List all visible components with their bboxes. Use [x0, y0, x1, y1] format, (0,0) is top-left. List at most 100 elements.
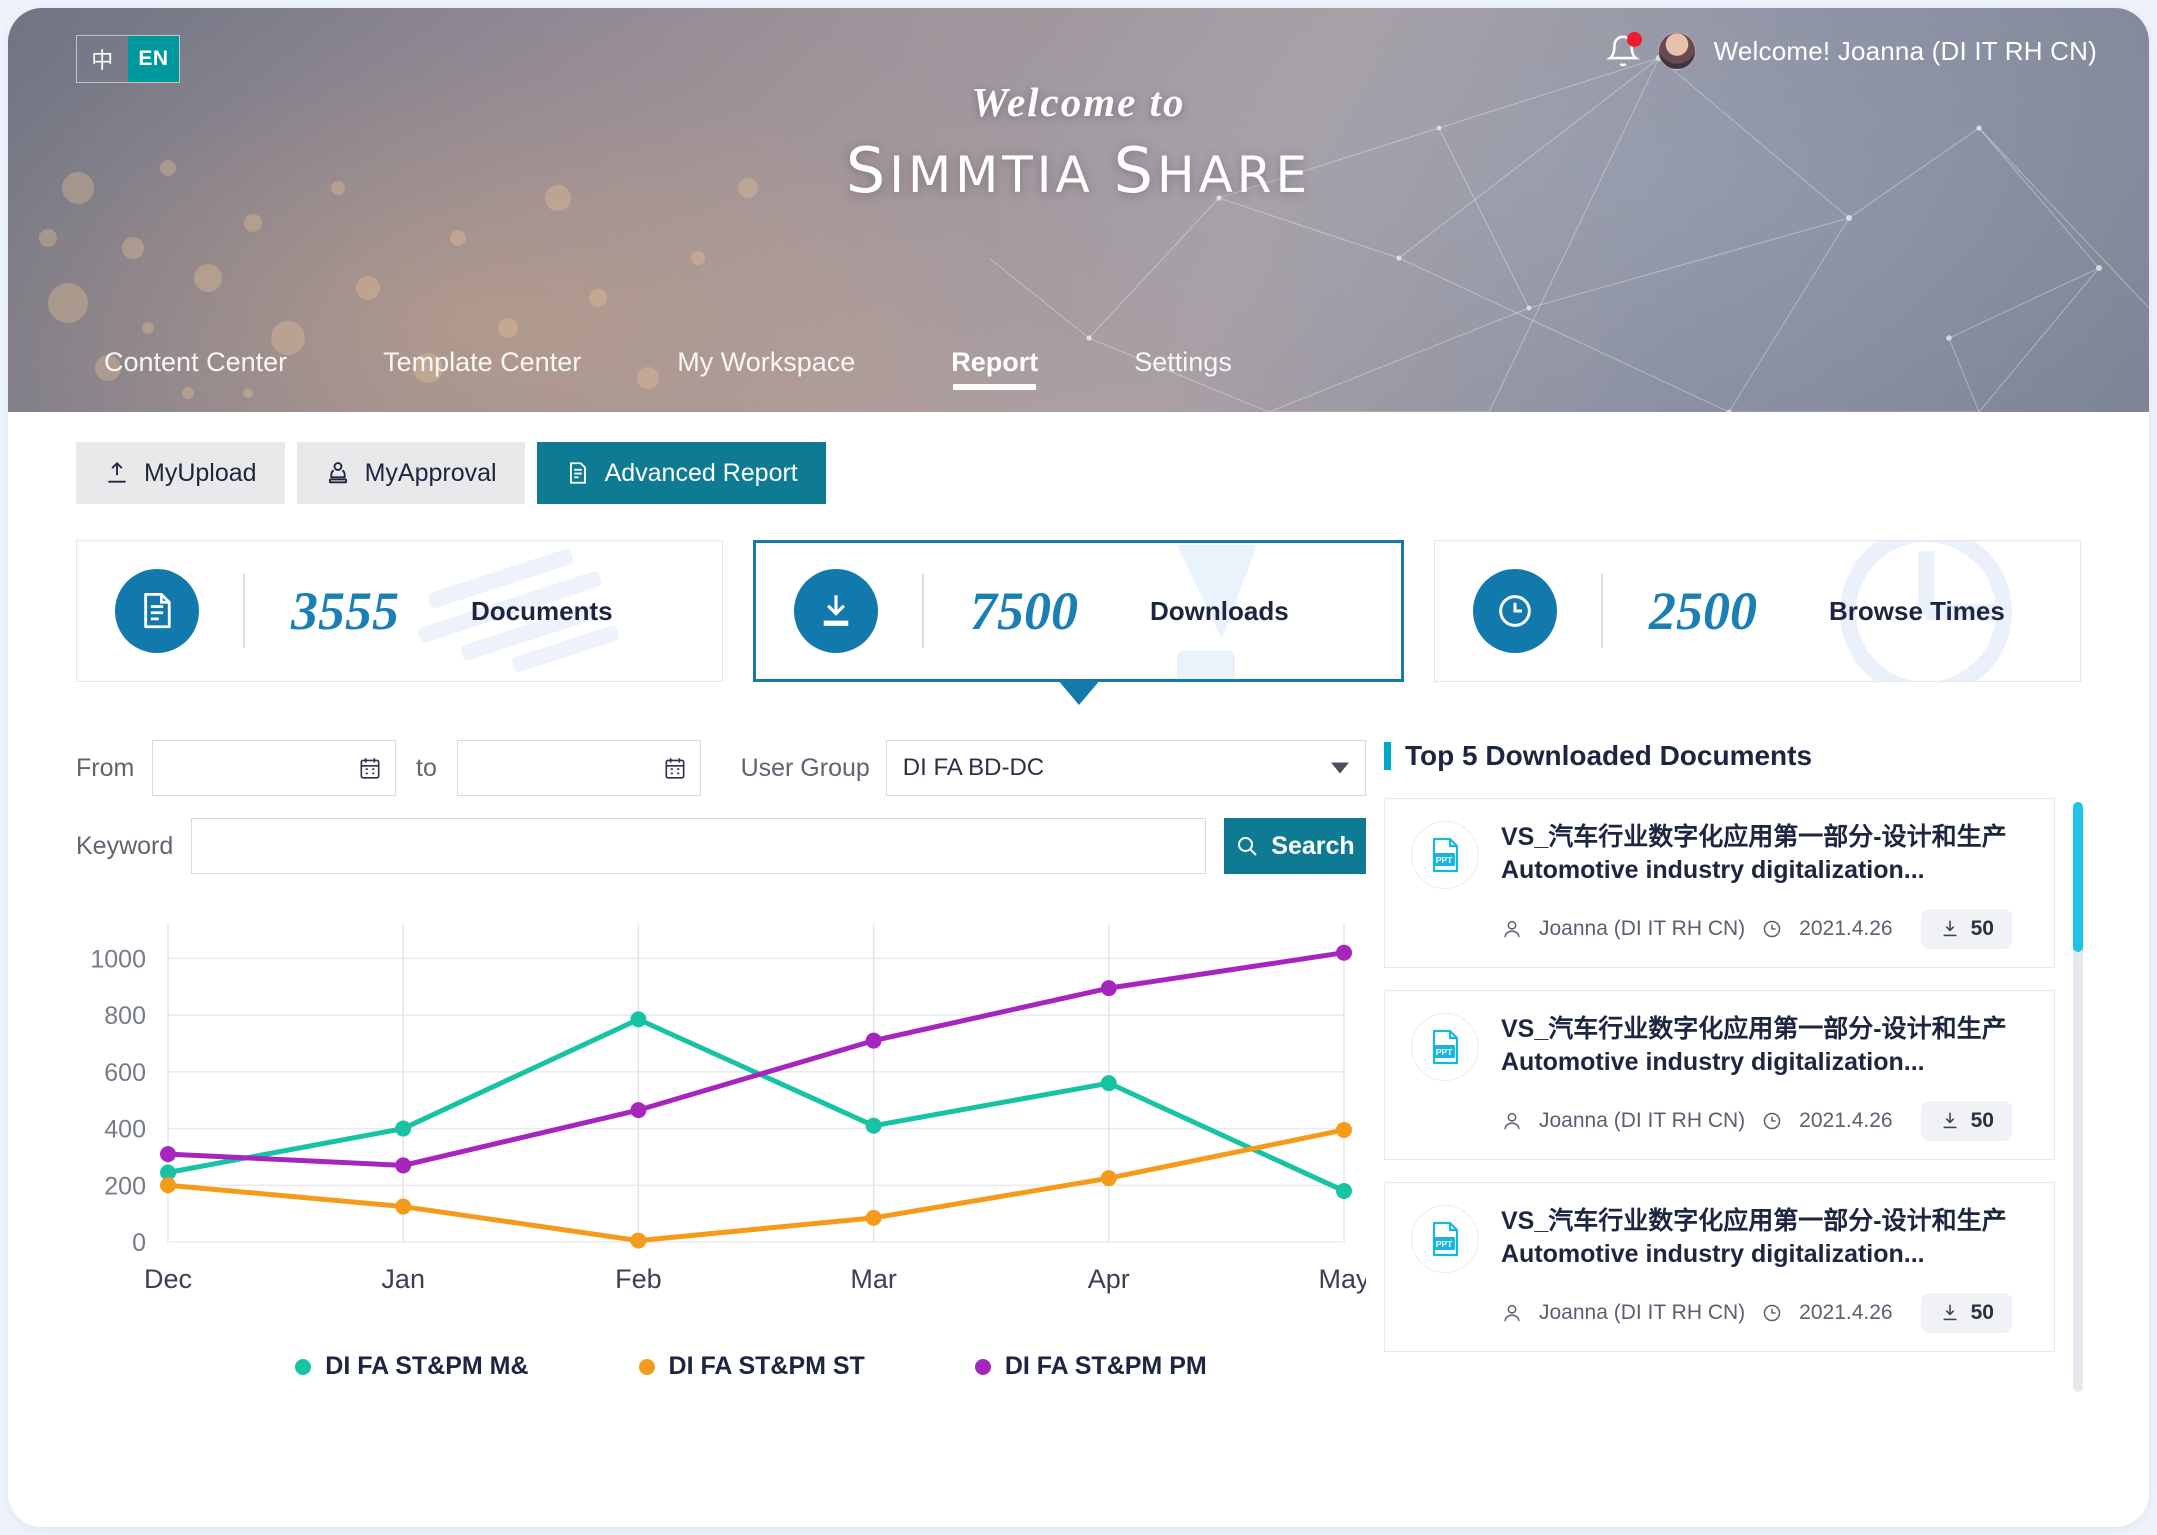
keyword-input[interactable] — [191, 818, 1206, 874]
svg-text:0: 0 — [132, 1229, 146, 1257]
calendar-icon — [662, 755, 688, 781]
legend-color-dot — [975, 1359, 991, 1375]
legend-color-dot — [295, 1359, 311, 1375]
hero-main-title: SIMMTIA SHARE — [8, 134, 2149, 207]
download-count-badge: 50 — [1921, 1101, 2012, 1141]
from-date-field[interactable] — [152, 740, 396, 796]
ppt-file-icon: PPT — [1411, 821, 1479, 889]
stat-browse-label: Browse Times — [1829, 596, 2005, 627]
language-toggle[interactable]: 中 EN — [76, 35, 180, 83]
svg-text:200: 200 — [104, 1172, 146, 1200]
legend-item-2[interactable]: DI FA ST&PM PM — [975, 1352, 1207, 1381]
nav-item-settings[interactable]: Settings — [1134, 347, 1232, 394]
stat-documents-label: Documents — [471, 596, 613, 627]
to-date-field[interactable] — [457, 740, 701, 796]
user-area: Welcome! Joanna (DI IT RH CN) — [1606, 32, 2097, 70]
language-cn-button[interactable]: 中 — [77, 36, 128, 82]
legend-item-0[interactable]: DI FA ST&PM M& — [295, 1352, 528, 1381]
download-count-badge: 50 — [1921, 909, 2012, 949]
language-en-button[interactable]: EN — [128, 36, 179, 82]
stat-card-documents[interactable]: 3555 Documents — [76, 540, 723, 682]
svg-text:Dec: Dec — [144, 1264, 192, 1294]
calendar-icon — [357, 755, 383, 781]
stamp-icon — [325, 460, 351, 486]
document-author: Joanna (DI IT RH CN) — [1539, 1301, 1745, 1325]
browse-icon-circle — [1473, 569, 1557, 653]
ppt-file-icon: PPT — [1411, 1013, 1479, 1081]
document-title-cn: VS_汽车行业数字化应用第一部分-设计和生产 — [1501, 821, 2028, 854]
stat-divider — [243, 574, 245, 648]
hero-subtitle: Welcome to — [8, 78, 2149, 126]
upload-icon — [104, 460, 130, 486]
selected-card-arrow — [1057, 679, 1101, 705]
chart-legend: DI FA ST&PM M& DI FA ST&PM ST DI FA ST&P… — [76, 1352, 1366, 1381]
tab-my-approval-label: MyApproval — [365, 459, 497, 488]
avatar[interactable] — [1658, 32, 1696, 70]
content-area: From to — [8, 682, 2149, 1381]
legend-color-dot — [639, 1359, 655, 1375]
ppt-icon: PPT — [1425, 835, 1465, 875]
filter-row-dates: From to — [76, 740, 1366, 796]
legend-label-0: DI FA ST&PM M& — [325, 1352, 528, 1381]
search-button[interactable]: Search — [1224, 818, 1366, 874]
document-author: Joanna (DI IT RH CN) — [1539, 1109, 1745, 1133]
download-icon — [1939, 918, 1961, 940]
tab-my-upload[interactable]: MyUpload — [76, 442, 285, 504]
report-doc-icon — [565, 460, 591, 486]
download-count-badge: 50 — [1921, 1293, 2012, 1333]
chevron-down-icon — [1331, 763, 1349, 774]
tab-my-approval[interactable]: MyApproval — [297, 442, 525, 504]
notification-bell-button[interactable] — [1606, 33, 1640, 69]
list-item-body: VS_汽车行业数字化应用第一部分-设计和生产 Automotive indust… — [1501, 821, 2028, 949]
document-title-en: Automotive industry digitalization... — [1501, 1238, 2028, 1271]
from-label: From — [76, 754, 134, 783]
stat-cards-row: 3555 Documents — [8, 504, 2149, 682]
user-group-select[interactable]: DI FA BD-DC — [886, 740, 1366, 796]
ppt-icon: PPT — [1425, 1027, 1465, 1067]
document-date: 2021.4.26 — [1799, 1109, 1892, 1133]
svg-text:1000: 1000 — [90, 945, 146, 973]
legend-label-1: DI FA ST&PM ST — [669, 1352, 865, 1381]
list-item-body: VS_汽车行业数字化应用第一部分-设计和生产 Automotive indust… — [1501, 1013, 2028, 1141]
list-item[interactable]: PPT VS_汽车行业数字化应用第一部分-设计和生产 Automotive in… — [1384, 990, 2055, 1160]
document-title-cn: VS_汽车行业数字化应用第一部分-设计和生产 — [1501, 1013, 2028, 1046]
chart-svg: 02004006008001000DecJanFebMarAprMay — [76, 916, 1366, 1316]
download-count: 50 — [1971, 1109, 1994, 1133]
user-group-value: DI FA BD-DC — [903, 754, 1044, 782]
document-icon — [136, 590, 178, 632]
ppt-icon: PPT — [1425, 1219, 1465, 1259]
top5-title-text: Top 5 Downloaded Documents — [1405, 740, 1812, 772]
keyword-label: Keyword — [76, 832, 173, 861]
download-icon — [815, 590, 857, 632]
top5-scrollbar[interactable] — [2073, 802, 2083, 1392]
filter-row-keyword: Keyword Search — [76, 818, 1366, 874]
nav-item-report[interactable]: Report — [951, 347, 1038, 394]
user-group-label: User Group — [741, 754, 870, 783]
document-title-cn: VS_汽车行业数字化应用第一部分-设计和生产 — [1501, 1205, 2028, 1238]
to-label: to — [416, 754, 437, 783]
nav-item-my-workspace[interactable]: My Workspace — [677, 347, 855, 394]
document-date: 2021.4.26 — [1799, 917, 1892, 941]
report-tabs: MyUpload MyApproval Advanced Report — [8, 412, 2149, 504]
svg-text:Jan: Jan — [381, 1264, 425, 1294]
top5-title: Top 5 Downloaded Documents — [1384, 740, 2089, 772]
svg-text:Apr: Apr — [1088, 1264, 1130, 1294]
tab-advanced-report[interactable]: Advanced Report — [537, 442, 826, 504]
stat-downloads-value: 7500 — [970, 580, 1120, 642]
nav-item-template-center[interactable]: Template Center — [383, 347, 581, 394]
stat-card-downloads[interactable]: 7500 Downloads — [753, 540, 1404, 682]
list-item[interactable]: PPT VS_汽车行业数字化应用第一部分-设计和生产 Automotive in… — [1384, 1182, 2055, 1352]
notification-badge-dot — [1627, 32, 1642, 47]
scrollbar-thumb[interactable] — [2073, 802, 2083, 952]
nav-item-content-center[interactable]: Content Center — [104, 347, 287, 394]
legend-label-2: DI FA ST&PM PM — [1005, 1352, 1207, 1381]
stat-card-browse-times[interactable]: 2500 Browse Times — [1434, 540, 2081, 682]
svg-text:400: 400 — [104, 1116, 146, 1144]
legend-item-1[interactable]: DI FA ST&PM ST — [639, 1352, 865, 1381]
list-item[interactable]: PPT VS_汽车行业数字化应用第一部分-设计和生产 Automotive in… — [1384, 798, 2055, 968]
title-accent-bar — [1384, 742, 1391, 770]
clock-icon — [1761, 918, 1783, 940]
stat-browse-value: 2500 — [1649, 580, 1799, 642]
svg-text:Feb: Feb — [615, 1264, 662, 1294]
tab-advanced-report-label: Advanced Report — [605, 459, 798, 488]
